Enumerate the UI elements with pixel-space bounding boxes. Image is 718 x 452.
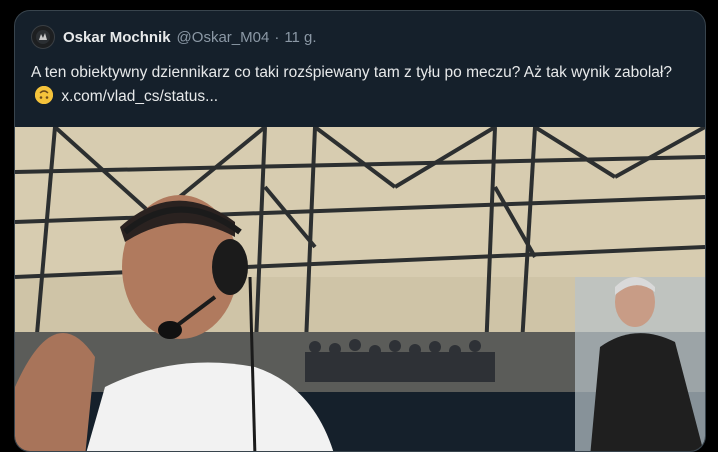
author-handle[interactable]: @Oskar_M04 <box>177 29 270 46</box>
tweet-media-video[interactable] <box>15 127 705 451</box>
avatar[interactable] <box>31 25 55 49</box>
tweet-text: A ten obiektywny dziennikarz co taki roz… <box>31 61 691 109</box>
tweet-time[interactable]: 11 g. <box>284 29 316 46</box>
tweet-body: A ten obiektywny dziennikarz co taki roz… <box>31 64 672 81</box>
stadium-photo-icon <box>15 127 705 451</box>
quoted-tweet-card[interactable]: Oskar Mochnik @Oskar_M04 · 11 g. A ten o… <box>14 10 706 452</box>
tweet-link[interactable]: x.com/vlad_cs/status... <box>61 88 218 105</box>
author-name[interactable]: Oskar Mochnik <box>63 29 171 46</box>
avatar-icon <box>36 30 50 44</box>
tweet-header: Oskar Mochnik @Oskar_M04 · 11 g. <box>31 24 317 50</box>
separator: · <box>274 28 280 46</box>
upside-down-face-emoji-icon <box>35 86 53 104</box>
